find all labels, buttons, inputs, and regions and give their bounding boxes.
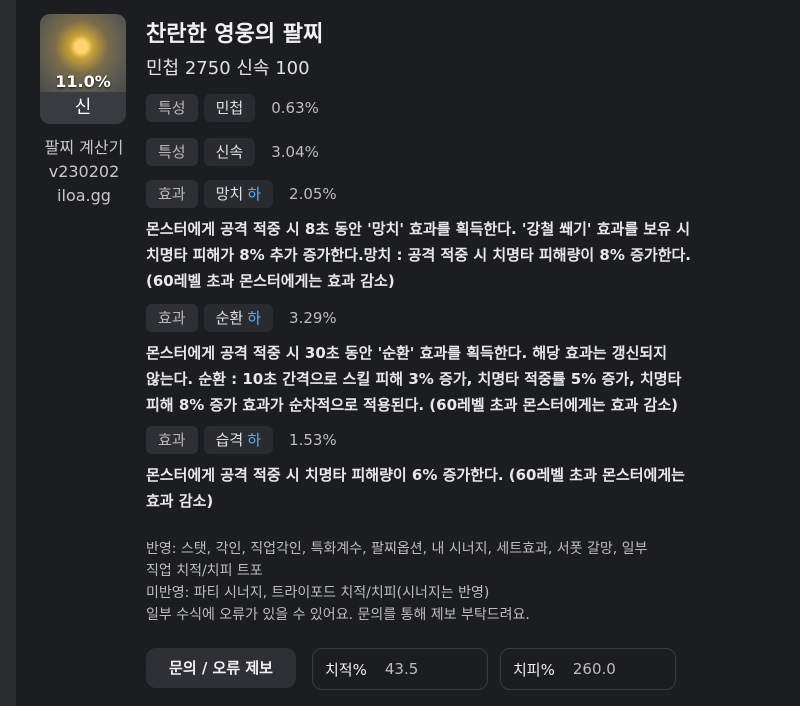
option-type-chip: 효과: [146, 426, 198, 454]
option-row: 특성 민첩 0.63%: [146, 94, 319, 122]
bracelet-panel: 11.0% 신 팔찌 계산기 v230202 iloa.gg 찬란한 영웅의 팔…: [16, 0, 800, 706]
item-stats: 민첩 2750 신속 100: [146, 58, 310, 79]
description-line: 몬스터에게 공격 적중 시 8초 동안 '망치' 효과를 획득한다. '강철 쐐…: [146, 220, 690, 238]
crit-rate-label: 치적%: [325, 660, 367, 679]
description-line: 몬스터에게 공격 적중 시 치명타 피해량이 6% 증가한다. (60레벨 초과…: [146, 466, 685, 484]
crit-damage-label: 치피%: [513, 660, 555, 679]
note-line: 반영: 스탯, 각인, 직업각인, 특화계수, 팔찌옵션, 내 시너지, 세트효…: [146, 541, 648, 557]
option-name-chip: 순환 하: [203, 304, 274, 332]
description-line: 않는다. 순환 : 10초 간격으로 스킬 피해 3% 증가, 치명타 적중률 …: [146, 370, 682, 388]
option-description: 몬스터에게 공격 적중 시 30초 동안 '순환' 효과를 획득한다. 해당 효…: [146, 340, 766, 418]
option-name-chip: 망치 하: [203, 180, 274, 208]
crit-damage-input[interactable]: [570, 659, 665, 679]
option-name: 민첩: [215, 99, 244, 117]
option-percent: 3.29%: [289, 309, 337, 327]
option-description: 몬스터에게 공격 적중 시 치명타 피해량이 6% 증가한다. (60레벨 초과…: [146, 462, 766, 514]
option-name-chip: 민첩: [203, 94, 256, 122]
option-name: 망치: [215, 185, 244, 203]
option-description: 몬스터에게 공격 적중 시 8초 동안 '망치' 효과를 획득한다. '강철 쐐…: [146, 216, 766, 294]
crit-damage-field[interactable]: 치피%: [500, 648, 676, 690]
note-line: 직업 치적/치피 트포: [146, 563, 263, 579]
note-line: 미반영: 파티 시너지, 트라이포드 치적/치피(시너지는 반영): [146, 585, 490, 601]
option-name-chip: 신속: [203, 138, 256, 166]
option-percent: 2.05%: [289, 185, 337, 203]
calculator-site: iloa.gg: [57, 186, 111, 205]
option-name: 습격: [215, 431, 244, 449]
note-line: 일부 수식에 오류가 있을 수 있어요. 문의를 통해 제보 부탁드려요.: [146, 607, 530, 623]
option-row: 효과 순환 하 3.29%: [146, 304, 337, 332]
option-row: 효과 습격 하 1.53%: [146, 426, 337, 454]
option-name-chip: 습격 하: [203, 426, 274, 454]
option-tier: 하: [247, 185, 262, 203]
description-line: 치명타 피해가 8% 추가 증가한다.망치 : 공격 적중 시 치명타 피해량이…: [146, 246, 691, 264]
crit-rate-field[interactable]: 치적%: [312, 648, 488, 690]
item-title: 찬란한 영웅의 팔찌: [146, 22, 324, 47]
option-tier: 하: [247, 431, 262, 449]
report-button[interactable]: 문의 / 오류 제보: [146, 648, 296, 688]
option-row: 특성 신속 3.04%: [146, 138, 319, 166]
option-percent: 0.63%: [271, 99, 319, 117]
calculator-name: 팔찌 계산기: [44, 138, 124, 157]
notes: 반영: 스탯, 각인, 직업각인, 특화계수, 팔찌옵션, 내 시너지, 세트효…: [146, 538, 766, 626]
option-name: 신속: [215, 143, 244, 161]
option-row: 효과 망치 하 2.05%: [146, 180, 337, 208]
description-line: 몬스터에게 공격 적중 시 30초 동안 '순환' 효과를 획득한다. 해당 효…: [146, 344, 668, 362]
crit-rate-input[interactable]: [382, 659, 477, 679]
option-name: 순환: [215, 309, 244, 327]
description-line: (60레벨 초과 몬스터에게는 효과 감소): [146, 272, 395, 290]
option-percent: 1.53%: [289, 431, 337, 449]
option-type-chip: 효과: [146, 304, 198, 332]
option-type-chip: 특성: [146, 138, 198, 166]
option-percent: 3.04%: [271, 143, 319, 161]
description-line: 피해 8% 증가 효과가 순차적으로 적용된다. (60레벨 초과 몬스터에게는…: [146, 396, 678, 414]
calculator-version: v230202: [48, 162, 120, 181]
calculator-info: 팔찌 계산기 v230202 iloa.gg: [34, 136, 134, 208]
item-grade: 신: [40, 92, 126, 124]
description-line: 효과 감소): [146, 492, 214, 510]
option-tier: 하: [247, 309, 262, 327]
item-rate: 11.0%: [55, 72, 111, 91]
option-type-chip: 효과: [146, 180, 198, 208]
item-thumbnail: 11.0% 신: [40, 14, 126, 124]
option-type-chip: 특성: [146, 94, 198, 122]
